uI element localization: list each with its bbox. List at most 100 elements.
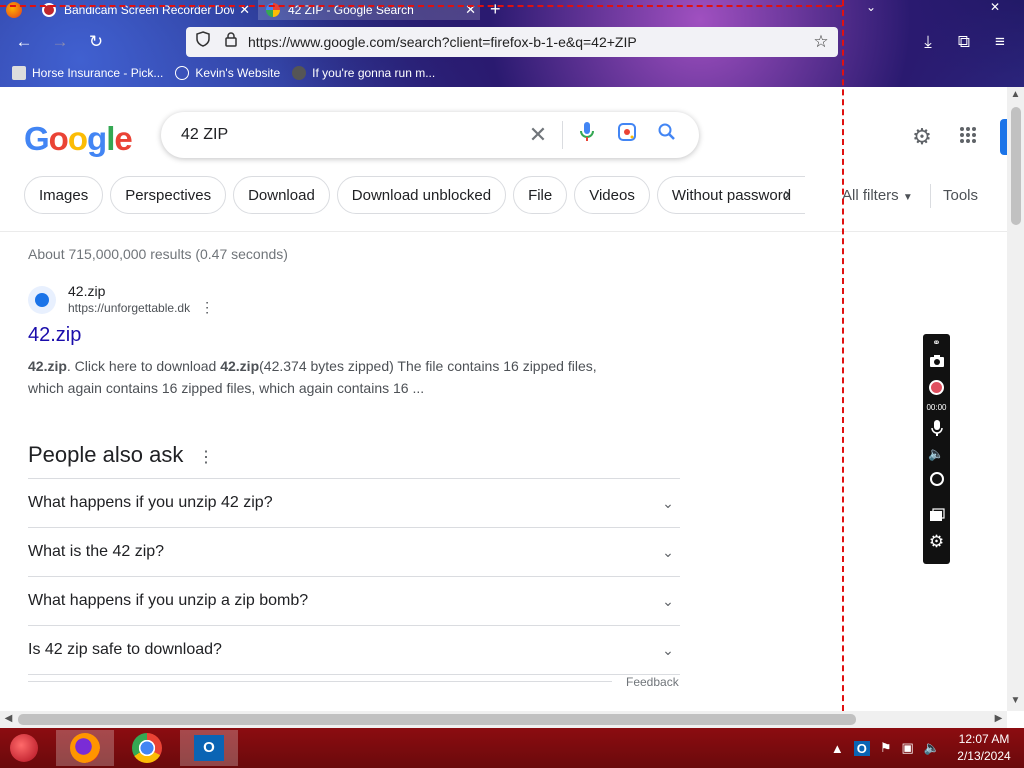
- paa-question[interactable]: What is the 42 zip? ⌄: [28, 528, 680, 577]
- taskbar-firefox[interactable]: [56, 730, 114, 766]
- outlook-tray-icon[interactable]: O: [853, 740, 870, 756]
- chevron-down-icon: ⌄: [662, 494, 674, 511]
- more-options-icon[interactable]: ⋮: [200, 299, 214, 315]
- search-result: 42.zip https://unforgettable.dk ⋮ 42.zip …: [28, 283, 628, 399]
- taskbar-outlook[interactable]: O: [180, 730, 238, 766]
- chip-download[interactable]: Download: [233, 176, 330, 214]
- start-button[interactable]: [0, 730, 48, 766]
- shield-icon[interactable]: [192, 31, 214, 53]
- tab-google-search[interactable]: 42 ZIP - Google Search ✕: [258, 0, 480, 20]
- scrollbar-thumb[interactable]: [1011, 107, 1021, 225]
- tab-bandicam[interactable]: Bandicam Screen Recorder Dow ✕: [36, 0, 254, 20]
- horizontal-scrollbar[interactable]: ◀ ▶: [0, 711, 1007, 728]
- google-logo[interactable]: Google: [24, 120, 133, 158]
- sign-in-button[interactable]: [1000, 119, 1007, 155]
- recording-timer: 00:00: [926, 403, 947, 412]
- header-divider: [0, 231, 1007, 232]
- network-icon[interactable]: ▣: [902, 740, 914, 756]
- people-also-ask-list: What happens if you unzip 42 zip? ⌄ What …: [28, 478, 680, 675]
- vertical-scrollbar[interactable]: ▲ ▼: [1007, 87, 1024, 711]
- logo-letter: o: [67, 120, 88, 157]
- scrollbar-thumb[interactable]: [18, 714, 856, 725]
- tools-button[interactable]: Tools: [943, 187, 978, 204]
- screenshot-camera-icon[interactable]: [927, 354, 946, 370]
- record-button-icon[interactable]: [927, 380, 946, 396]
- action-center-flag-icon[interactable]: ⚑: [880, 740, 892, 756]
- start-orb-icon: [10, 734, 38, 762]
- url-text: https://www.google.com/search?client=fir…: [248, 34, 637, 50]
- scroll-left-icon[interactable]: ◀: [0, 713, 17, 724]
- lens-icon[interactable]: [607, 122, 647, 148]
- chip-images[interactable]: Images: [24, 176, 104, 214]
- tab-list-icon[interactable]: ⌄: [866, 0, 876, 14]
- url-bar[interactable]: https://www.google.com/search?client=fir…: [186, 27, 838, 57]
- outlook-icon: O: [194, 735, 224, 761]
- firefox-icon: [70, 733, 100, 763]
- paa-question[interactable]: Is 42 zip safe to download? ⌄: [28, 626, 680, 675]
- recording-area-border[interactable]: [842, 0, 844, 711]
- overlay-window-icon[interactable]: [927, 508, 946, 524]
- logo-letter: g: [87, 120, 107, 157]
- taskbar-chrome[interactable]: [118, 730, 176, 766]
- clear-icon[interactable]: ✕: [518, 122, 558, 148]
- snippet-text: . Click here to download: [66, 358, 221, 374]
- volume-icon[interactable]: 🔈: [924, 740, 940, 756]
- window-close-icon[interactable]: ✕: [990, 0, 1000, 14]
- feedback-link[interactable]: Feedback: [626, 675, 679, 689]
- search-box[interactable]: 42 ZIP ✕: [161, 112, 699, 158]
- scroll-up-icon[interactable]: ▲: [1007, 89, 1024, 100]
- clock-time: 12:07 AM: [958, 732, 1010, 746]
- bandicam-logo-icon[interactable]: ⚭: [927, 336, 946, 352]
- forward-button[interactable]: →: [48, 30, 72, 54]
- bookmark-horse-insurance[interactable]: Horse Insurance - Pick...: [12, 66, 163, 80]
- chrome-icon: [132, 733, 162, 763]
- search-input[interactable]: 42 ZIP: [181, 126, 518, 144]
- lock-icon[interactable]: [220, 31, 242, 53]
- filter-chips: Images Perspectives Download Download un…: [24, 176, 812, 214]
- snippet-bold-term: 42.zip: [220, 358, 260, 374]
- result-site-row[interactable]: 42.zip https://unforgettable.dk ⋮: [28, 283, 628, 316]
- microphone-icon[interactable]: [927, 420, 946, 436]
- scroll-down-icon[interactable]: ▼: [1007, 695, 1024, 706]
- settings-gear-icon[interactable]: ⚙: [910, 125, 934, 149]
- result-title-link[interactable]: 42.zip: [28, 324, 628, 347]
- webcam-icon[interactable]: [927, 472, 946, 488]
- extensions-icon[interactable]: ⧉: [952, 30, 976, 54]
- filter-divider: [930, 184, 931, 208]
- search-icon[interactable]: [647, 123, 687, 147]
- reload-button[interactable]: ↻: [84, 30, 108, 54]
- chip-videos[interactable]: Videos: [574, 176, 650, 214]
- bookmark-kevins-website[interactable]: Kevin's Website: [175, 66, 280, 80]
- nav-bar: ← → ↻ https://www.google.com/search?clie…: [0, 24, 1024, 60]
- clock[interactable]: 12:07 AM 2/13/2024: [950, 731, 1018, 765]
- bookmark-star-icon[interactable]: ☆: [810, 31, 832, 53]
- settings-gear-icon[interactable]: ⚙: [927, 533, 946, 550]
- bookmarks-toolbar: Horse Insurance - Pick... Kevin's Websit…: [0, 62, 1024, 84]
- downloads-icon[interactable]: ⤓: [916, 30, 940, 54]
- paa-question[interactable]: What happens if you unzip 42 zip? ⌄: [28, 479, 680, 528]
- logo-letter: G: [24, 120, 50, 157]
- logo-letter: e: [114, 120, 132, 157]
- show-hidden-icons-icon[interactable]: ▲: [831, 741, 844, 756]
- microphone-icon[interactable]: [567, 121, 607, 149]
- paa-question[interactable]: What happens if you unzip a zip bomb? ⌄: [28, 577, 680, 626]
- more-options-icon[interactable]: ⋮: [198, 447, 214, 467]
- chip-download-unblocked[interactable]: Download unblocked: [336, 176, 507, 214]
- speaker-icon[interactable]: 🔈: [927, 446, 946, 462]
- chip-perspectives[interactable]: Perspectives: [110, 176, 227, 214]
- chevron-right-icon[interactable]: ›: [784, 184, 790, 205]
- apps-grid-icon[interactable]: [956, 125, 980, 149]
- all-filters-button[interactable]: All filters ▼: [842, 187, 913, 204]
- menu-icon[interactable]: ≡: [988, 30, 1012, 54]
- scroll-right-icon[interactable]: ▶: [990, 713, 1007, 724]
- chip-without-password[interactable]: Without password: [656, 176, 806, 214]
- system-tray: ▲ O ⚑ ▣ 🔈 12:07 AM 2/13/2024: [831, 728, 1024, 768]
- chip-file[interactable]: File: [513, 176, 568, 214]
- chevron-down-icon: ⌄: [662, 543, 674, 560]
- bandicam-toolbar: ⚭ 00:00 🔈 ⚙: [923, 334, 950, 564]
- result-site-url: https://unforgettable.dk ⋮: [68, 299, 215, 315]
- bookmark-if-youre-gonna[interactable]: If you're gonna run m...: [292, 66, 435, 80]
- clock-date: 2/13/2024: [957, 749, 1011, 763]
- back-button[interactable]: ←: [12, 30, 36, 54]
- new-tab-button[interactable]: +: [490, 0, 501, 20]
